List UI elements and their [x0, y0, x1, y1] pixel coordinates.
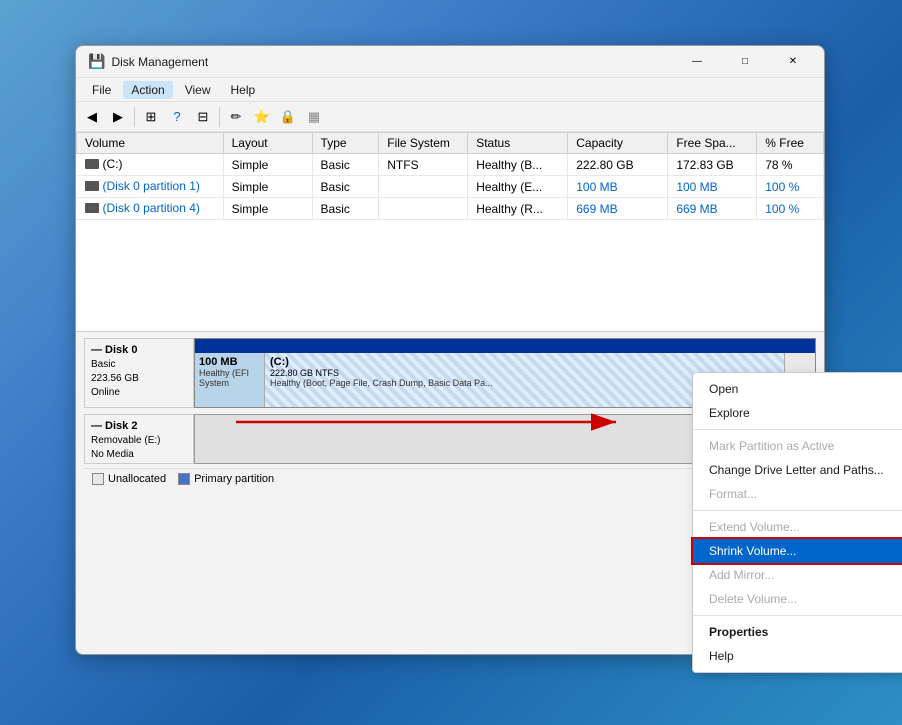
window-icon: 💾	[88, 53, 105, 70]
disk0-label: — Disk 0 Basic 223.56 GB Online	[84, 338, 194, 408]
toolbar-sep-1	[134, 107, 135, 127]
col-header-capacity: Capacity	[568, 133, 668, 154]
disk-icon	[85, 159, 99, 169]
ctx-delete: Delete Volume...	[693, 587, 902, 611]
disk2-label: — Disk 2 Removable (E:) No Media	[84, 414, 194, 464]
cell-status: Healthy (B...	[468, 154, 568, 176]
disk-table: Volume Layout Type File System Status Ca…	[76, 132, 824, 220]
disk-table-area: Volume Layout Type File System Status Ca…	[76, 132, 824, 332]
forward-button[interactable]: ▶	[106, 105, 130, 129]
ctx-properties[interactable]: Properties	[693, 620, 902, 644]
menu-action[interactable]: Action	[123, 81, 172, 99]
cell-free: 669 MB	[668, 198, 757, 220]
back-button[interactable]: ◀	[80, 105, 104, 129]
legend-label-unalloc: Unallocated	[108, 473, 166, 485]
toolbar-btn-lock[interactable]: 🔒	[276, 105, 300, 129]
ctx-change-drive[interactable]: Change Drive Letter and Paths...	[693, 458, 902, 482]
cell-fs	[379, 176, 468, 198]
col-header-pct: % Free	[757, 133, 824, 154]
cell-capacity: 222.80 GB	[568, 154, 668, 176]
col-header-layout: Layout	[223, 133, 312, 154]
col-header-status: Status	[468, 133, 568, 154]
cell-volume: (Disk 0 partition 4)	[77, 198, 224, 220]
titlebar-left: 💾 Disk Management	[88, 53, 208, 70]
ctx-add-mirror: Add Mirror...	[693, 563, 902, 587]
ctx-help[interactable]: Help	[693, 644, 902, 668]
titlebar-controls: — □ ✕	[674, 46, 816, 78]
ctx-shrink[interactable]: Shrink Volume...	[693, 539, 902, 563]
cell-status: Healthy (R...	[468, 198, 568, 220]
disk-management-window: 💾 Disk Management — □ ✕ File Action View…	[75, 45, 825, 655]
cell-layout: Simple	[223, 176, 312, 198]
legend-primary: Primary partition	[178, 473, 274, 485]
titlebar: 💾 Disk Management — □ ✕	[76, 46, 824, 78]
efi-label: Healthy (EFI System	[199, 368, 260, 388]
partition-efi[interactable]: 100 MB Healthy (EFI System	[195, 353, 265, 407]
toolbar-btn-extra[interactable]: ▦	[302, 105, 326, 129]
legend-label-primary: Primary partition	[194, 473, 274, 485]
menubar: File Action View Help	[76, 78, 824, 102]
cell-pct: 100 %	[757, 198, 824, 220]
col-header-free: Free Spa...	[668, 133, 757, 154]
legend-box-unalloc	[92, 473, 104, 485]
toolbar: ◀ ▶ ⊞ ? ⊟ ✏ ⭐ 🔒 ▦	[76, 102, 824, 132]
ctx-sep-2	[693, 510, 902, 511]
cell-free: 100 MB	[668, 176, 757, 198]
menu-help[interactable]: Help	[223, 81, 264, 99]
menu-view[interactable]: View	[177, 81, 219, 99]
disk0-header-strip	[195, 339, 815, 353]
ctx-sep-1	[693, 429, 902, 430]
menu-file[interactable]: File	[84, 81, 119, 99]
cell-capacity: 100 MB	[568, 176, 668, 198]
ctx-sep-3	[693, 615, 902, 616]
toolbar-btn-help[interactable]: ?	[165, 105, 189, 129]
cell-layout: Simple	[223, 154, 312, 176]
cell-type: Basic	[312, 198, 379, 220]
toolbar-btn-grid[interactable]: ⊞	[139, 105, 163, 129]
legend-box-primary	[178, 473, 190, 485]
window-title: Disk Management	[111, 55, 208, 69]
cell-volume: (C:)	[77, 154, 224, 176]
cell-fs: NTFS	[379, 154, 468, 176]
disk-icon	[85, 203, 99, 213]
ctx-extend: Extend Volume...	[693, 515, 902, 539]
cell-volume: (Disk 0 partition 1)	[77, 176, 224, 198]
disk-visualization: — Disk 0 Basic 223.56 GB Online 100 MB H…	[76, 332, 824, 495]
ctx-open[interactable]: Open	[693, 377, 902, 401]
cell-fs	[379, 198, 468, 220]
cell-type: Basic	[312, 154, 379, 176]
col-header-type: Type	[312, 133, 379, 154]
cell-status: Healthy (E...	[468, 176, 568, 198]
cell-layout: Simple	[223, 198, 312, 220]
cell-pct: 100 %	[757, 176, 824, 198]
legend-unallocated: Unallocated	[92, 473, 166, 485]
toolbar-btn-star[interactable]: ⭐	[250, 105, 274, 129]
close-button[interactable]: ✕	[770, 46, 816, 78]
cell-pct: 78 %	[757, 154, 824, 176]
c-drive-label: (C:)	[270, 356, 779, 368]
cell-free: 172.83 GB	[668, 154, 757, 176]
maximize-button[interactable]: □	[722, 46, 768, 78]
ctx-mark-active: Mark Partition as Active	[693, 434, 902, 458]
context-menu: Open Explore Mark Partition as Active Ch…	[692, 372, 902, 673]
col-header-volume: Volume	[77, 133, 224, 154]
toolbar-btn-edit[interactable]: ✏	[224, 105, 248, 129]
ctx-format: Format...	[693, 482, 902, 506]
table-row[interactable]: (Disk 0 partition 4) Simple Basic Health…	[77, 198, 824, 220]
table-row[interactable]: (Disk 0 partition 1) Simple Basic Health…	[77, 176, 824, 198]
col-header-fs: File System	[379, 133, 468, 154]
disk-icon	[85, 181, 99, 191]
efi-size: 100 MB	[199, 356, 260, 368]
table-row[interactable]: (C:) Simple Basic NTFS Healthy (B... 222…	[77, 154, 824, 176]
toolbar-sep-2	[219, 107, 220, 127]
ctx-explore[interactable]: Explore	[693, 401, 902, 425]
minimize-button[interactable]: —	[674, 46, 720, 78]
cell-type: Basic	[312, 176, 379, 198]
cell-capacity: 669 MB	[568, 198, 668, 220]
toolbar-btn-minus[interactable]: ⊟	[191, 105, 215, 129]
